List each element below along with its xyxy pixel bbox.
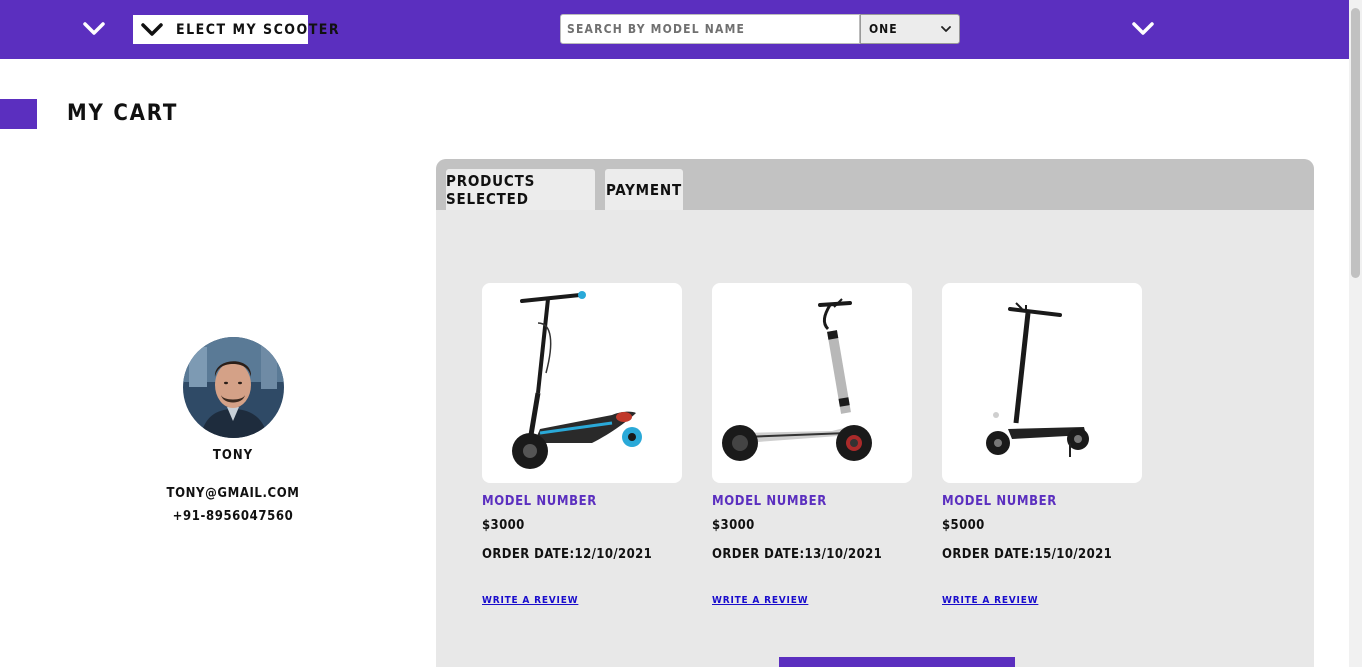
write-review-link[interactable]: WRITE A REVIEW	[482, 595, 578, 606]
chevron-down-icon	[141, 22, 163, 37]
search-input[interactable]	[560, 14, 860, 44]
product-order-date: ORDER DATE:15/10/2021	[942, 547, 1113, 562]
product-image-kids-scooter	[482, 283, 682, 483]
scrollbar-thumb[interactable]	[1351, 8, 1360, 278]
product-image-silver-scooter	[712, 283, 912, 483]
tab-bar: PRODUCTS SELECTED PAYMENT	[436, 159, 1314, 210]
page-title: MY CART	[67, 101, 179, 126]
user-profile: TONY TONY@GMAIL.COM +91-8956047560	[150, 337, 316, 524]
write-review-link[interactable]: WRITE A REVIEW	[712, 595, 808, 606]
filter-select-value: ONE	[869, 22, 898, 36]
brand-name: ELECT MY SCOOTER	[176, 21, 341, 38]
product-image-black-scooter	[942, 283, 1142, 483]
title-accent-bar	[0, 99, 37, 129]
top-navbar: ELECT MY SCOOTER ONE	[0, 0, 1349, 59]
profile-email: TONY@GMAIL.COM	[166, 486, 300, 501]
tab-payment[interactable]: PAYMENT	[605, 169, 683, 210]
search-bar: ONE	[560, 14, 960, 44]
brand-logo-button[interactable]: ELECT MY SCOOTER	[133, 15, 339, 44]
avatar	[182, 337, 284, 438]
vertical-scrollbar[interactable]	[1349, 0, 1362, 667]
checkout-button[interactable]	[779, 657, 1015, 667]
product-order-date: ORDER DATE:12/10/2021	[482, 547, 653, 562]
profile-name: TONY	[212, 448, 254, 463]
write-review-link[interactable]: WRITE A REVIEW	[942, 595, 1038, 606]
chevron-down-icon[interactable]	[1132, 21, 1154, 37]
product-price: $5000	[942, 518, 985, 533]
product-card: MODEL NUMBER $3000 ORDER DATE:13/10/2021…	[712, 283, 912, 607]
profile-phone: +91-8956047560	[172, 509, 294, 524]
chevron-down-icon[interactable]	[83, 21, 105, 37]
filter-select[interactable]: ONE	[860, 14, 960, 44]
product-card: MODEL NUMBER $5000 ORDER DATE:15/10/2021…	[942, 283, 1142, 607]
product-card: MODEL NUMBER $3000 ORDER DATE:12/10/2021…	[482, 283, 682, 607]
product-price: $3000	[712, 518, 755, 533]
cart-panel: PRODUCTS SELECTED PAYMENT MODEL NUMBER $…	[436, 159, 1314, 667]
tab-products-selected[interactable]: PRODUCTS SELECTED	[446, 169, 595, 210]
product-price: $3000	[482, 518, 525, 533]
product-model: MODEL NUMBER	[942, 494, 1057, 509]
product-model: MODEL NUMBER	[712, 494, 827, 509]
product-order-date: ORDER DATE:13/10/2021	[712, 547, 883, 562]
product-model: MODEL NUMBER	[482, 494, 597, 509]
dropdown-arrow-icon	[941, 25, 951, 33]
